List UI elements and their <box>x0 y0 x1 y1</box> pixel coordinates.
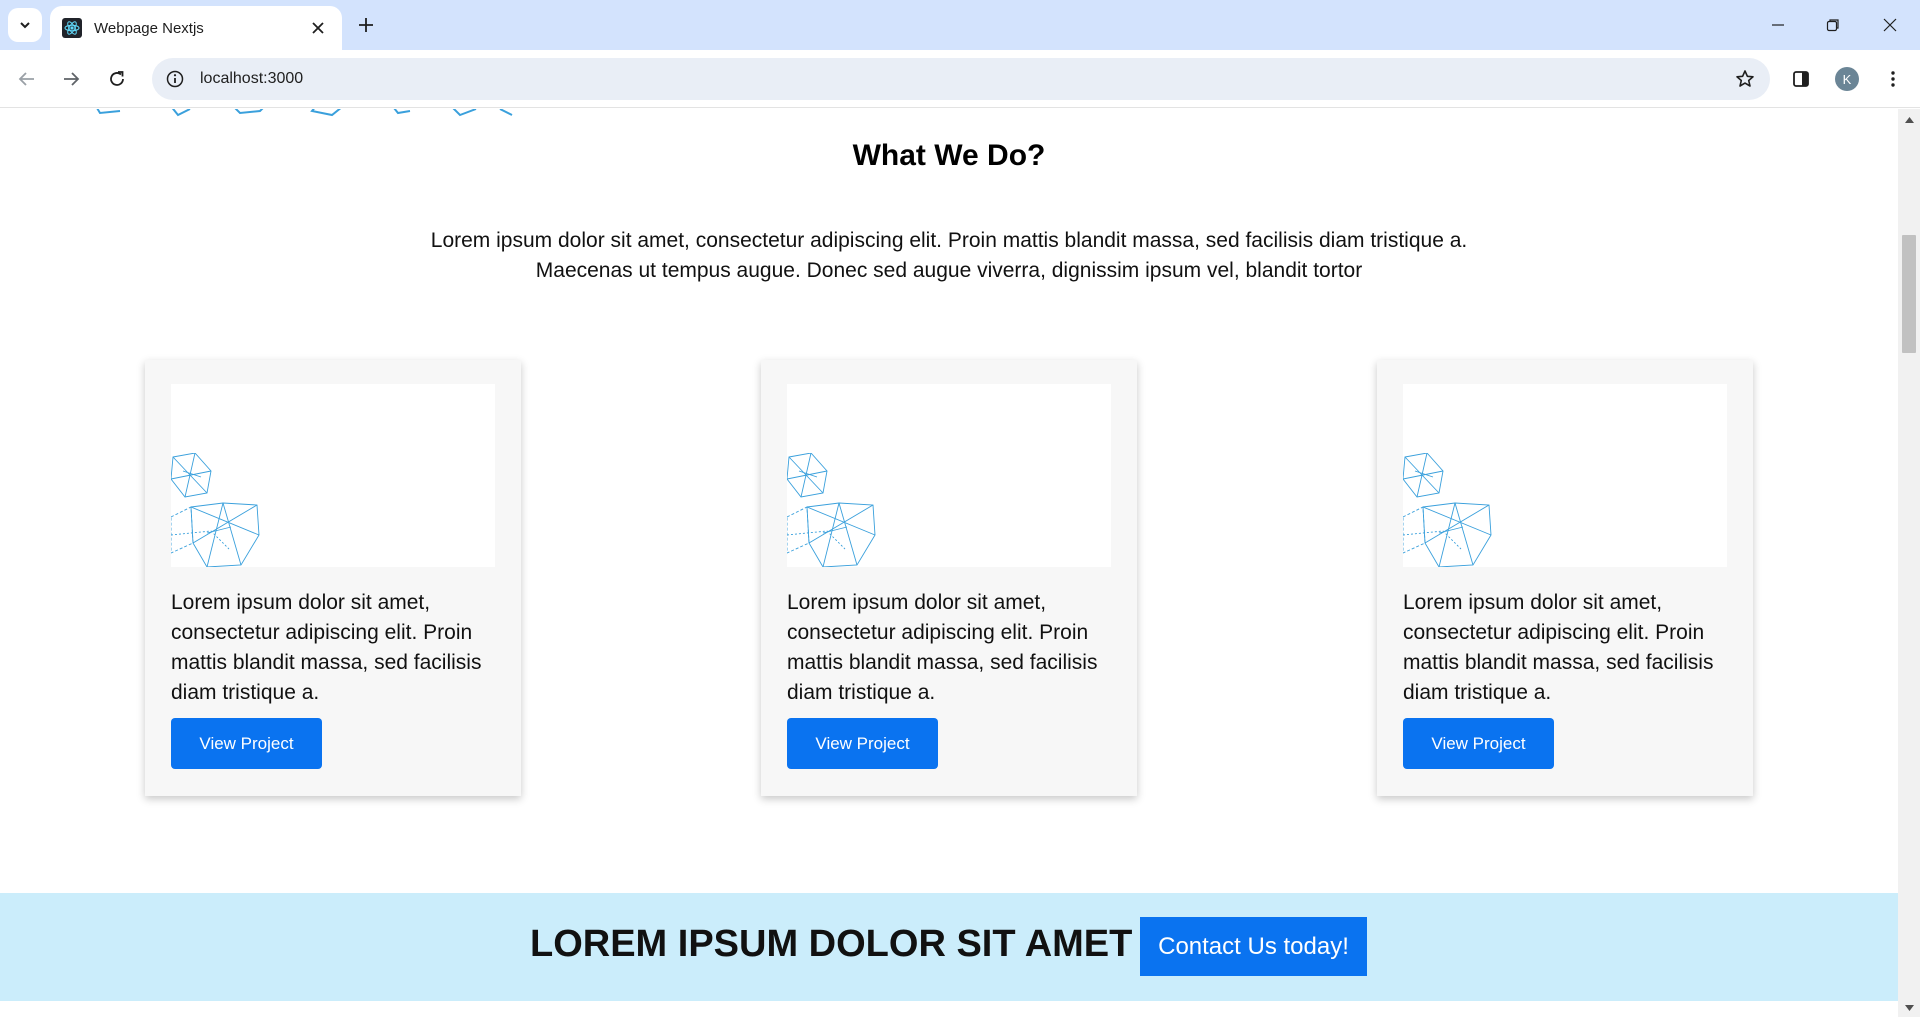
browser-toolbar: localhost:3000 K <box>0 50 1920 108</box>
section-description-line: Maecenas ut tempus augue. Donec sed augu… <box>535 259 1363 282</box>
reload-icon[interactable] <box>102 64 132 94</box>
site-info-icon[interactable] <box>164 68 186 90</box>
react-favicon-icon <box>62 18 82 38</box>
menu-icon[interactable] <box>1878 64 1908 94</box>
view-project-button[interactable]: View Project <box>787 718 938 769</box>
section-description: Lorem ipsum dolor sit amet, consectetur … <box>370 226 1528 286</box>
network-illustration-icon <box>171 453 260 567</box>
hero-network-graphic <box>96 109 513 117</box>
card-text: Lorem ipsum dolor sit amet, consectetur … <box>1403 591 1714 704</box>
project-card: Lorem ipsum dolor sit amet, consectetur … <box>1377 360 1753 796</box>
contact-us-button[interactable]: Contact Us today! <box>1140 917 1367 976</box>
project-thumbnail <box>171 384 495 567</box>
network-illustration-icon <box>1403 453 1492 567</box>
project-cards: Lorem ipsum dolor sit amet, consectetur … <box>0 360 1898 796</box>
window-close-icon[interactable] <box>1870 10 1910 40</box>
project-thumbnail <box>1403 384 1727 567</box>
section-title: What We Do? <box>852 139 1046 172</box>
project-thumbnail <box>787 384 1111 567</box>
view-project-button[interactable]: View Project <box>1403 718 1554 769</box>
active-tab[interactable]: Webpage Nextjs <box>50 6 342 50</box>
tab-search-icon[interactable] <box>8 8 42 42</box>
network-illustration-icon <box>787 453 876 567</box>
avatar: K <box>1835 67 1859 91</box>
address-bar[interactable]: localhost:3000 <box>152 58 1770 100</box>
page-viewport: What We Do? Lorem ipsum dolor sit amet, … <box>0 109 1898 1017</box>
card-text: Lorem ipsum dolor sit amet, consectetur … <box>171 591 482 704</box>
plus-icon[interactable] <box>352 11 380 39</box>
tab-strip: Webpage Nextjs <box>0 0 1920 50</box>
tab-title: Webpage Nextjs <box>94 19 204 37</box>
cta-banner: LOREM IPSUM DOLOR SIT AMET Contact Us to… <box>0 893 1898 1001</box>
project-card: Lorem ipsum dolor sit amet, consectetur … <box>761 360 1137 796</box>
card-text: Lorem ipsum dolor sit amet, consectetur … <box>787 591 1098 704</box>
scroll-up-icon[interactable] <box>1898 113 1920 127</box>
side-panel-icon[interactable] <box>1786 64 1816 94</box>
view-project-button[interactable]: View Project <box>171 718 322 769</box>
forward-icon[interactable] <box>56 64 86 94</box>
back-icon[interactable] <box>12 64 42 94</box>
project-card: Lorem ipsum dolor sit amet, consectetur … <box>145 360 521 796</box>
star-icon[interactable] <box>1730 64 1760 94</box>
restore-icon[interactable] <box>1813 10 1853 40</box>
scrollbar-thumb[interactable] <box>1902 235 1916 353</box>
profile-avatar[interactable]: K <box>1832 64 1862 94</box>
scroll-down-icon[interactable] <box>1898 1001 1920 1015</box>
page-scrollbar[interactable] <box>1898 109 1920 1017</box>
minimize-icon[interactable] <box>1758 10 1798 40</box>
url-text[interactable]: localhost:3000 <box>200 70 1730 88</box>
section-description-line: Lorem ipsum dolor sit amet, consectetur … <box>430 229 1468 252</box>
cta-title: LOREM IPSUM DOLOR SIT AMET <box>530 923 1133 965</box>
close-icon[interactable] <box>306 16 330 40</box>
